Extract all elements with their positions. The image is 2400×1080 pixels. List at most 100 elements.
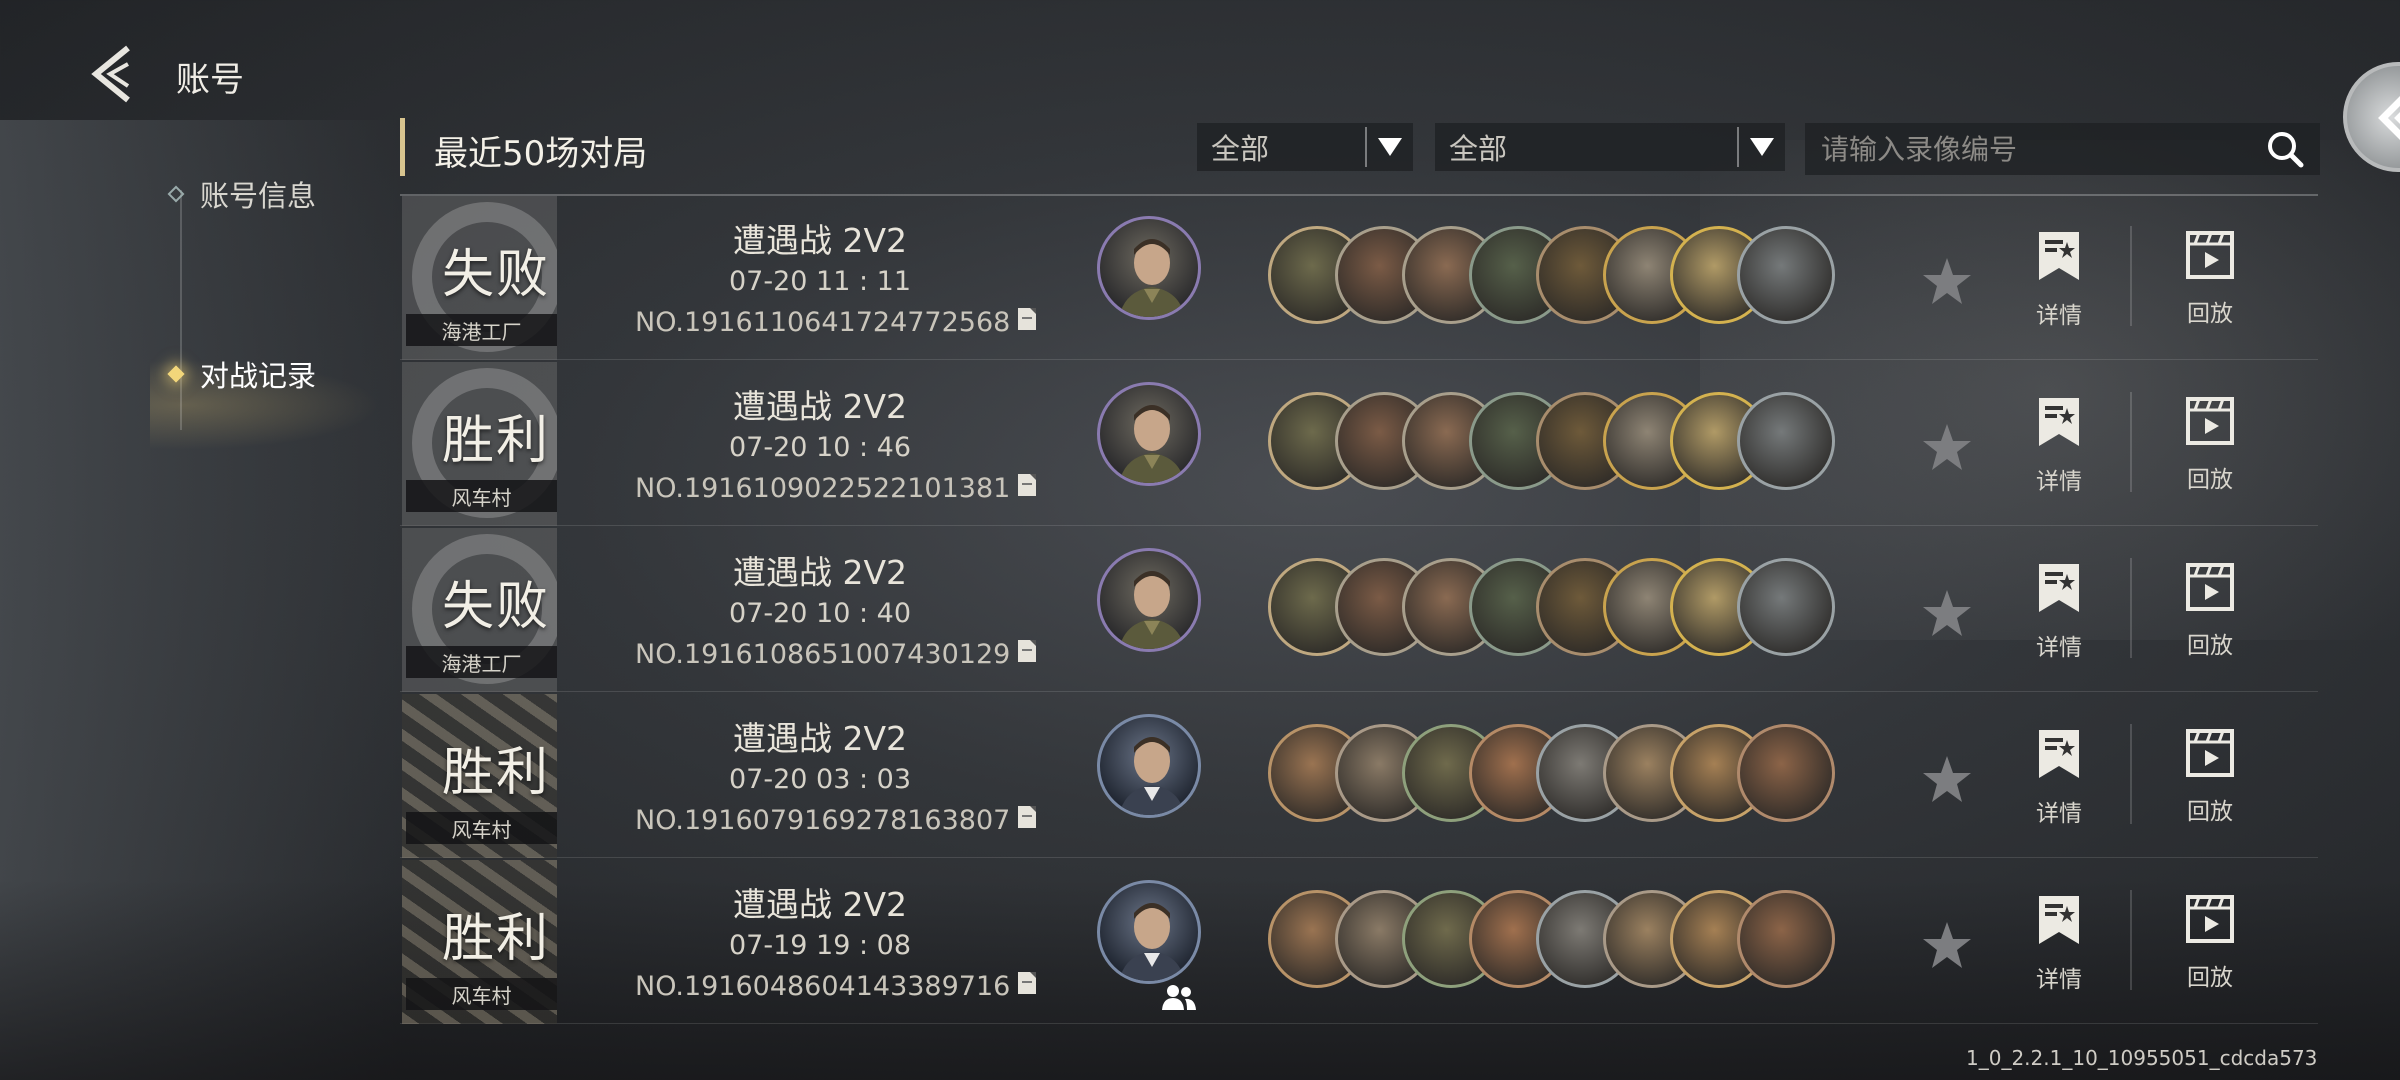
detail-bookmark-icon [2039,896,2079,944]
section-title: 最近50场对局 [434,134,648,174]
table-row: 失败 海港工厂 遭遇战 2V2 07-20 10 : 40 NO.1916108… [400,528,2318,692]
match-datetime: 07-20 03 : 03 [728,764,911,795]
replay-button[interactable]: 回放 [2160,230,2260,328]
page-title: 账号 [176,60,244,100]
commander-avatar[interactable] [1097,382,1201,486]
replay-label: 回放 [2187,633,2233,659]
replay-film-icon [2186,895,2234,943]
search-icon[interactable] [2250,129,2320,169]
replay-button[interactable]: 回放 [2160,396,2260,494]
detail-label: 详情 [2036,801,2082,827]
detail-label: 详情 [2036,967,2082,993]
unit-avatar [1737,226,1835,324]
match-mode: 遭遇战 2V2 [732,885,908,924]
commander-avatar[interactable] [1097,880,1201,984]
unit-avatar [1737,392,1835,490]
copy-icon[interactable] [1016,638,1038,671]
record-search-input[interactable] [1805,123,2250,175]
commander-avatar[interactable] [1097,714,1201,818]
detail-button[interactable]: 详情 [2009,396,2109,496]
double-chevron-left-icon [2378,96,2400,140]
favorite-star-button[interactable] [1919,752,1975,812]
record-number: NO.1916109022522101381 [635,472,1038,505]
commander-portrait-icon [1119,405,1185,483]
unit-avatar [1737,558,1835,656]
side-nav: 账号信息 对战记录 [150,160,380,450]
team-icon [1161,982,1197,1016]
back-button[interactable] [84,40,144,110]
replay-button[interactable]: 回放 [2160,894,2260,992]
match-datetime: 07-19 19 : 08 [728,930,911,961]
star-icon [1923,424,1971,470]
map-name: 海港工厂 [406,646,557,678]
copy-icon[interactable] [1016,306,1038,339]
commander-portrait-icon [1119,903,1185,981]
replay-film-icon [2186,397,2234,445]
unit-lineup [1268,226,1888,326]
detail-button[interactable]: 详情 [2009,728,2109,828]
records-toolbar: 最近50场对局 全部 全部 [400,118,2320,196]
commander-portrait-icon [1119,571,1185,649]
unit-lineup [1268,724,1888,824]
filter-dropdown-2[interactable]: 全部 [1435,123,1785,171]
copy-icon[interactable] [1016,970,1038,1003]
replay-button[interactable]: 回放 [2160,728,2260,826]
detail-button[interactable]: 详情 [2009,230,2109,330]
match-result: 胜利 [442,909,551,969]
detail-bookmark-icon [2039,398,2079,446]
detail-label: 详情 [2036,303,2082,329]
match-datetime: 07-20 10 : 40 [728,598,911,629]
favorite-star-button[interactable] [1919,918,1975,978]
favorite-star-button[interactable] [1919,420,1975,480]
faction-emblem: 胜利 风车村 [402,860,557,1024]
match-result: 失败 [442,577,551,637]
detail-bookmark-icon [2039,232,2079,280]
nav-item-label: 账号信息 [200,179,317,213]
nav-item-battle-records[interactable]: 对战记录 [167,354,317,394]
unit-lineup [1268,558,1888,658]
star-icon [1923,922,1971,968]
copy-icon[interactable] [1016,472,1038,505]
match-result: 失败 [442,245,551,305]
detail-button[interactable]: 详情 [2009,894,2109,994]
nav-item-label: 对战记录 [200,359,317,393]
back-arrow-icon [91,45,130,103]
replay-label: 回放 [2187,301,2233,327]
map-name: 风车村 [406,480,557,512]
faction-emblem: 失败 海港工厂 [402,528,557,692]
commander-avatar[interactable] [1097,548,1201,652]
commander-avatar[interactable] [1097,216,1201,320]
detail-label: 详情 [2036,635,2082,661]
match-datetime: 07-20 11 : 11 [728,266,911,297]
favorite-star-button[interactable] [1919,254,1975,314]
diamond-icon [167,185,185,203]
record-number-text: NO.1916048604143389716 [635,971,1011,1002]
favorite-star-button[interactable] [1919,586,1975,646]
table-row: 胜利 风车村 遭遇战 2V2 07-20 10 : 46 NO.19161090… [400,362,2318,526]
record-number-text: NO.1916110641724772568 [635,307,1011,338]
replay-film-icon [2186,563,2234,611]
title-accent-bar [400,118,405,176]
match-mode: 遭遇战 2V2 [732,719,908,758]
match-result: 胜利 [442,411,551,471]
star-icon [1923,590,1971,636]
record-number: NO.1916110641724772568 [635,306,1038,339]
record-number-text: NO.1916108651007430129 [635,639,1011,670]
nav-divider [180,190,182,430]
unit-avatar [1737,890,1835,988]
record-number: NO.1916108651007430129 [635,638,1038,671]
filter-dropdown-1[interactable]: 全部 [1197,123,1413,171]
replay-label: 回放 [2187,799,2233,825]
detail-button[interactable]: 详情 [2009,562,2109,662]
record-number-text: NO.1916109022522101381 [635,473,1011,504]
replay-button[interactable]: 回放 [2160,562,2260,660]
filter-value: 全部 [1211,132,1270,166]
nav-item-account-info[interactable]: 账号信息 [167,174,317,214]
filter-value: 全部 [1449,132,1508,166]
battle-record-list: 失败 海港工厂 遭遇战 2V2 07-20 11 : 11 NO.1916110… [400,196,2318,1026]
detail-label: 详情 [2036,469,2082,495]
version-label: 1_0_2.2.1_10_10955051_cdcda573 [1966,1046,2318,1070]
copy-icon[interactable] [1016,804,1038,837]
match-mode: 遭遇战 2V2 [732,387,908,426]
dropdown-triangle-icon [1367,136,1413,158]
